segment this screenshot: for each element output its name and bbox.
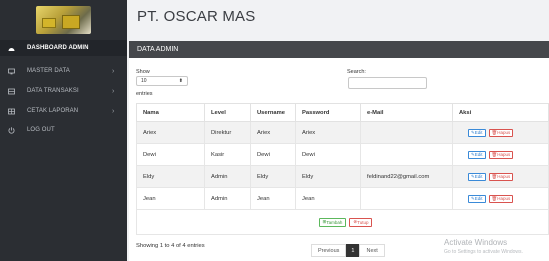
sidebar-item-log-out[interactable]: LOG OUT (0, 122, 127, 138)
cell-aksi: ✎ Edit 🗑 Hapus (452, 165, 549, 188)
cell-username: Eldy (250, 165, 296, 188)
page-button-1[interactable]: 1 (346, 244, 360, 257)
grid-icon (8, 108, 15, 115)
cell-nama: Dewi (136, 143, 205, 166)
sidebar-item-label: LOG OUT (27, 127, 55, 133)
monitor-icon (8, 68, 15, 75)
edit-button[interactable]: ✎ Edit (468, 194, 486, 203)
company-logo (36, 6, 91, 34)
cell-nama: Jean (136, 187, 205, 210)
edit-button[interactable]: ✎ Edit (468, 172, 486, 181)
edit-button[interactable]: ✎ Edit (468, 128, 486, 137)
cell-username: Jean (250, 187, 296, 210)
cell-aksi: ✎ Edit 🗑 Hapus (452, 121, 549, 144)
column-header-email[interactable]: e-Mail (360, 103, 453, 122)
table-footer-row: ⊞ Tambah ⊗ Tutup (136, 209, 549, 235)
sidebar-item-cetak-laporan[interactable]: CETAK LAPORAN › (0, 103, 127, 119)
cell-password: Jean (295, 187, 361, 210)
column-header-nama[interactable]: Nama (136, 103, 205, 122)
activate-windows-watermark: Activate Windows (444, 238, 508, 247)
column-header-level[interactable]: Level (204, 103, 251, 122)
cell-aksi: ✎ Edit 🗑 Hapus (452, 187, 549, 210)
page-title: PT. OSCAR MAS (137, 8, 256, 25)
panel-title: DATA ADMIN (129, 41, 549, 58)
table-row: Dewi Kasir Dewi Dewi ✎ Edit 🗑 Hapus (136, 143, 549, 166)
sidebar-item-label: MASTER DATA (27, 68, 70, 74)
chevron-right-icon: › (112, 67, 115, 75)
cell-level: Admin (204, 187, 251, 210)
table-row: Eldy Admin Eldy Eldy feldinand22@gmail.c… (136, 165, 549, 188)
column-header-username[interactable]: Username (250, 103, 296, 122)
activate-windows-subtext: Go to Settings to activate Windows. (444, 249, 523, 255)
top-header: PT. OSCAR MAS (127, 0, 549, 36)
entries-select[interactable]: 10 ⬍ (136, 76, 188, 86)
delete-button[interactable]: 🗑 Hapus (488, 172, 514, 181)
cell-password: Ariex (295, 121, 361, 144)
table-row: Jean Admin Jean Jean ✎ Edit 🗑 Hapus (136, 187, 549, 210)
sidebar-item-master-data[interactable]: MASTER DATA › (0, 63, 127, 79)
cell-level: Admin (204, 165, 251, 188)
entries-label: entries (136, 91, 153, 97)
cell-nama: Ariex (136, 121, 205, 144)
cell-email (360, 187, 453, 210)
chevron-down-icon: ⬍ (178, 78, 183, 84)
table-row: Ariex Direktur Ariex Ariex ✎ Edit 🗑 Hapus (136, 121, 549, 144)
cell-password: Dewi (295, 143, 361, 166)
cell-email: feldinand22@gmail.com (360, 165, 453, 188)
cell-aksi: ✎ Edit 🗑 Hapus (452, 143, 549, 166)
delete-button[interactable]: 🗑 Hapus (488, 128, 514, 137)
cell-level: Kasir (204, 143, 251, 166)
column-header-password[interactable]: Password (295, 103, 361, 122)
sidebar-item-data-transaksi[interactable]: DATA TRANSAKSI › (0, 83, 127, 99)
chevron-right-icon: › (112, 87, 115, 95)
add-button[interactable]: ⊞ Tambah (318, 217, 347, 227)
cell-email (360, 143, 453, 166)
cell-level: Direktur (204, 121, 251, 144)
data-admin-panel: DATA ADMIN Show 10 ⬍ entries Search: Nam… (129, 41, 549, 261)
pagination-info: Showing 1 to 4 of 4 entries (136, 243, 205, 249)
cell-email (360, 121, 453, 144)
dashboard-icon (8, 45, 15, 52)
sidebar-item-label: DATA TRANSAKSI (27, 88, 79, 94)
sidebar-item-dashboard-admin[interactable]: DASHBOARD ADMIN (0, 40, 127, 56)
pagination: Previous 1 Next (311, 244, 385, 257)
cell-username: Ariex (250, 121, 296, 144)
sidebar: DASHBOARD ADMIN MASTER DATA › DATA TRANS… (0, 0, 127, 261)
column-header-aksi[interactable]: Aksi (452, 103, 549, 122)
admin-table: Nama Level Username Password e-Mail Aksi… (136, 103, 549, 235)
search-label: Search: (347, 69, 366, 75)
sidebar-item-label: CETAK LAPORAN (27, 108, 79, 114)
cell-nama: Eldy (136, 165, 205, 188)
close-button[interactable]: ⊗ Tutup (349, 217, 373, 227)
edit-button[interactable]: ✎ Edit (468, 150, 486, 159)
show-label: Show (136, 69, 150, 75)
next-page-button[interactable]: Next (359, 244, 385, 257)
previous-page-button[interactable]: Previous (311, 244, 347, 257)
sidebar-item-label: DASHBOARD ADMIN (27, 45, 89, 51)
cell-username: Dewi (250, 143, 296, 166)
entries-select-value: 10 (141, 78, 147, 84)
delete-button[interactable]: 🗑 Hapus (488, 194, 514, 203)
table-icon (8, 88, 15, 95)
cell-password: Eldy (295, 165, 361, 188)
delete-button[interactable]: 🗑 Hapus (488, 150, 514, 159)
chevron-right-icon: › (112, 107, 115, 115)
search-input[interactable] (348, 77, 427, 89)
logout-icon (8, 126, 15, 134)
table-footer-cell: ⊞ Tambah ⊗ Tutup (136, 209, 549, 235)
